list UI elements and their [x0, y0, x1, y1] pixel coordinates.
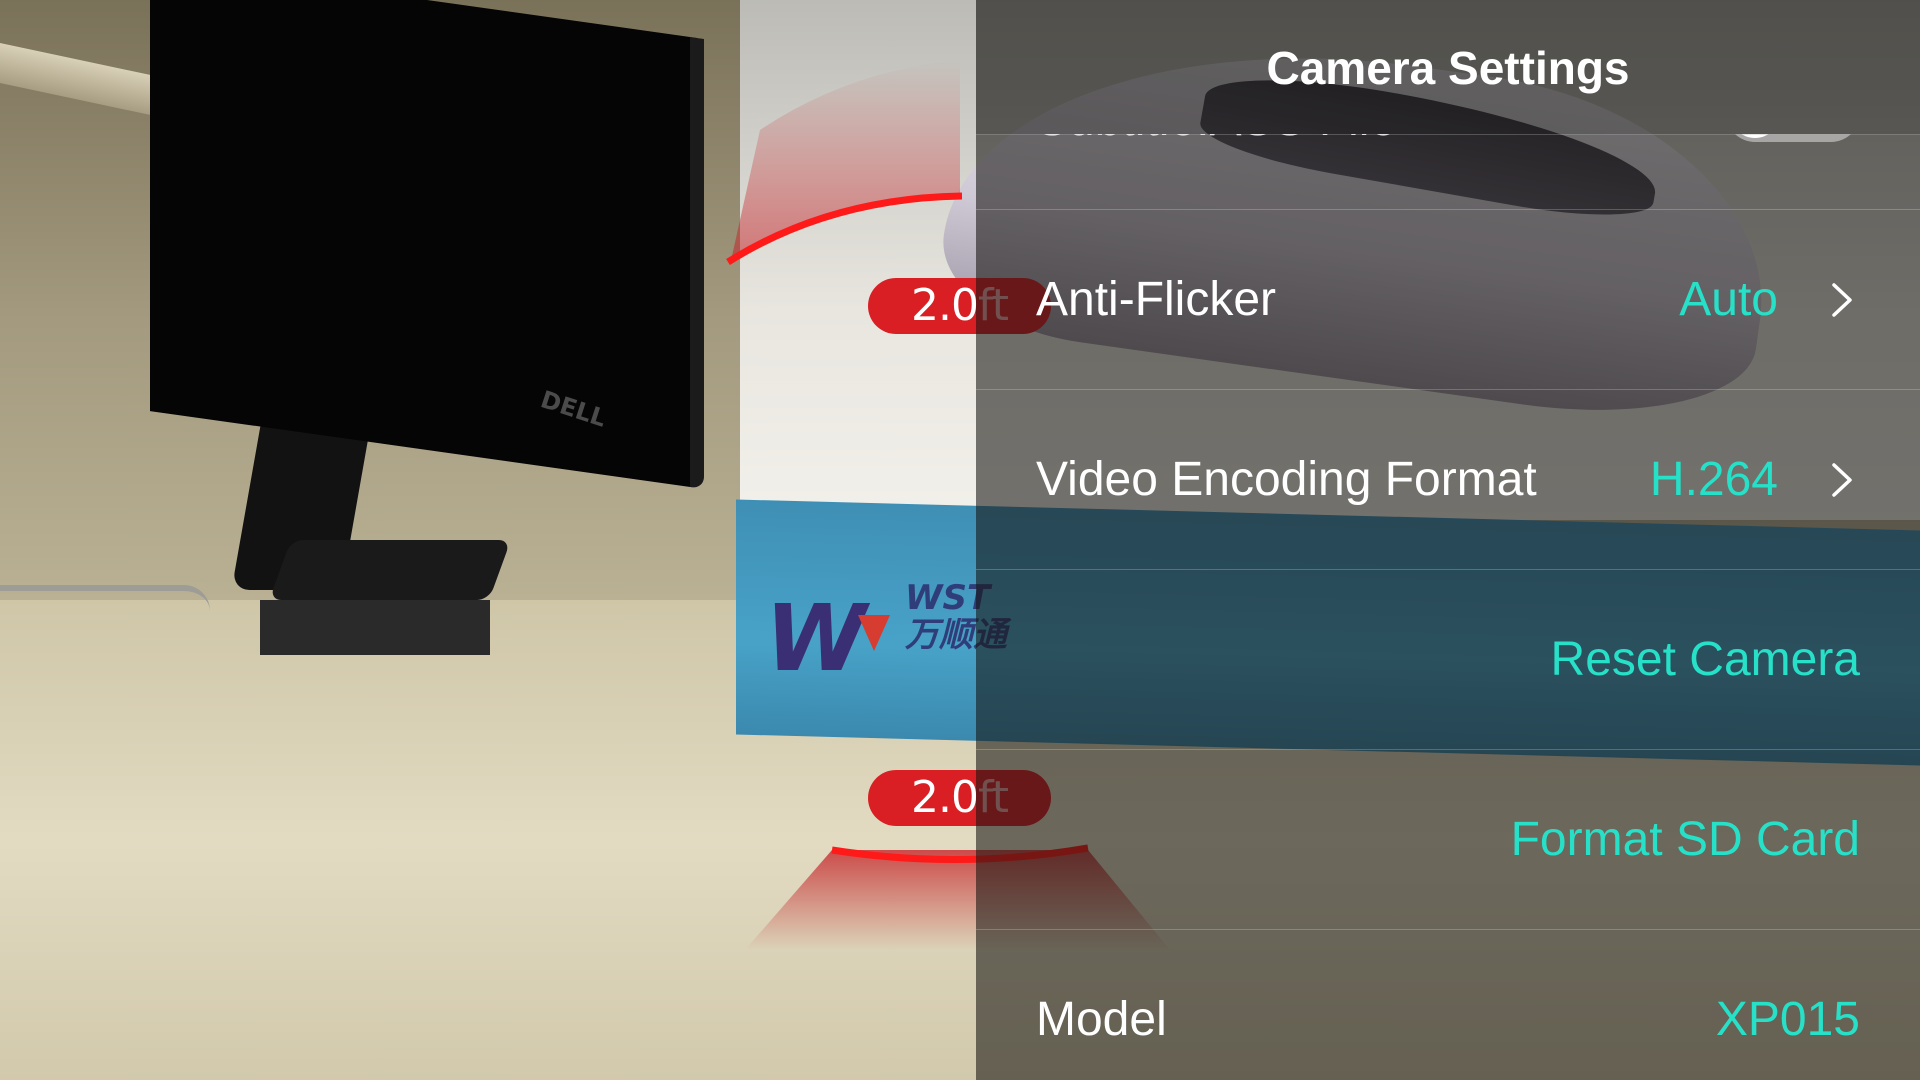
camera-settings-panel: Camera Settings Subtitle.ASS File Anti-F…: [976, 0, 1920, 1080]
chevron-right-icon: [1832, 283, 1852, 317]
subtitle-ass-toggle[interactable]: [1726, 134, 1860, 142]
model-value: XP015: [1715, 993, 1860, 1046]
setting-row-video-encoding[interactable]: Video Encoding Format H.264: [976, 390, 1920, 570]
settings-list[interactable]: Subtitle.ASS File Anti-Flicker Auto Vide…: [976, 134, 1920, 1049]
setting-label: Model: [1036, 993, 1167, 1046]
distance-top-value: 2.0: [911, 280, 979, 331]
format-sd-card-button[interactable]: Format SD Card: [1511, 808, 1860, 872]
setting-row-format-sd[interactable]: Format SD Card: [976, 750, 1920, 930]
chevron-right-icon: [1832, 463, 1852, 497]
settings-header: Camera Settings: [976, 0, 1920, 135]
setting-label: Video Encoding Format: [1036, 453, 1537, 506]
reset-camera-button[interactable]: Reset Camera: [1551, 628, 1860, 692]
distance-bottom-value: 2.0: [911, 772, 979, 823]
camera-app-screen: W WST 万顺通 DELL 2.0ft: [0, 0, 1920, 1080]
setting-row-reset-camera[interactable]: Reset Camera: [976, 570, 1920, 750]
setting-row-anti-flicker[interactable]: Anti-Flicker Auto: [976, 210, 1920, 390]
guide-top-area: [730, 60, 960, 265]
setting-label: Anti-Flicker: [1036, 273, 1277, 326]
setting-row-subtitle-ass[interactable]: Subtitle.ASS File: [976, 134, 1920, 210]
page-title: Camera Settings: [1266, 42, 1630, 94]
anti-flicker-value: Auto: [1679, 273, 1778, 326]
setting-row-model: Model XP015: [976, 930, 1920, 1049]
setting-label: Subtitle.ASS File: [1036, 134, 1396, 152]
settings-list-content: Subtitle.ASS File Anti-Flicker Auto Vide…: [976, 134, 1920, 1049]
video-encoding-value: H.264: [1649, 453, 1778, 506]
